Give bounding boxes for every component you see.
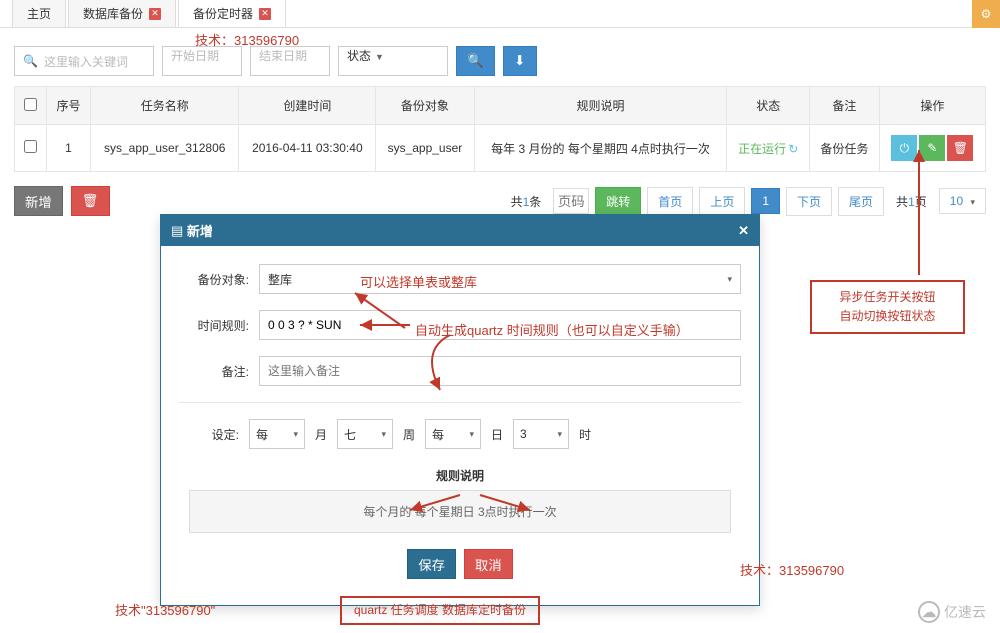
anno-target-hint: 可以选择单表或整库: [360, 272, 477, 291]
rule-preview-title: 规则说明: [179, 467, 741, 484]
set-label: 设定:: [189, 426, 239, 443]
unit-month: 月: [315, 426, 327, 443]
search-input[interactable]: 🔍 这里输入关键词: [14, 46, 154, 76]
save-button[interactable]: 保存: [407, 549, 456, 579]
download-button[interactable]: ⬇: [503, 46, 537, 76]
page-input[interactable]: [553, 188, 589, 214]
cloud-icon: ☁: [918, 601, 940, 623]
sync-icon: ↻: [788, 142, 798, 156]
rule-label: 时间规则:: [179, 317, 259, 334]
anno-bottom-left: 技术"313596790": [115, 600, 215, 619]
month-select[interactable]: 每▾: [249, 419, 305, 449]
task-table: 序号 任务名称 创建时间 备份对象 规则说明 状态 备注 操作 1 sys_ap…: [14, 86, 986, 172]
edit-icon: ✎: [927, 141, 937, 155]
table-row: 1 sys_app_user_312806 2016-04-11 03:30:4…: [15, 125, 986, 172]
start-date-input[interactable]: 开始日期: [162, 46, 242, 76]
edit-button[interactable]: ✎: [919, 135, 945, 161]
filter-bar: 🔍 这里输入关键词 开始日期 结束日期 状态▼ 🔍 ⬇: [0, 28, 1000, 86]
cell-target: sys_app_user: [376, 125, 474, 172]
select-all-checkbox[interactable]: [24, 98, 37, 111]
trash-icon: 🗑: [82, 193, 99, 209]
tab-timer[interactable]: 备份定时器✕: [178, 0, 286, 27]
col-target: 备份对象: [376, 87, 474, 125]
anno-top-tech: 技术：313596790: [195, 30, 299, 49]
hour-select[interactable]: 3▾: [513, 419, 569, 449]
col-idx: 序号: [47, 87, 91, 125]
download-icon: ⬇: [514, 53, 525, 69]
target-label: 备份对象:: [179, 271, 259, 288]
tab-home[interactable]: 主页: [12, 0, 66, 27]
rule-preview: 每个月的 每个星期日 3点时执行一次: [189, 490, 731, 533]
jump-button[interactable]: 跳转: [595, 187, 641, 216]
close-icon[interactable]: ✕: [149, 8, 161, 20]
bulk-delete-button[interactable]: 🗑: [71, 186, 110, 216]
note-label: 备注:: [179, 363, 259, 380]
status-select[interactable]: 状态▼: [338, 46, 448, 76]
delete-button[interactable]: 🗑: [947, 135, 973, 161]
page-current[interactable]: 1: [751, 188, 780, 214]
pagination: 共1条 跳转 首页 上页 1 下页 尾页 共1页 10 ▾: [505, 187, 986, 216]
trash-icon: 🗑: [953, 141, 968, 155]
toggle-button[interactable]: ⏻: [891, 135, 917, 161]
col-actions: 操作: [879, 87, 985, 125]
col-note: 备注: [810, 87, 880, 125]
search-button[interactable]: 🔍: [456, 46, 495, 76]
watermark: ☁ 亿速云: [918, 601, 986, 623]
search-icon: 🔍: [467, 53, 484, 69]
prev-page[interactable]: 上页: [699, 187, 745, 216]
cell-rule: 每年 3 月份的 每个星期四 4点时执行一次: [474, 125, 727, 172]
cell-created: 2016-04-11 03:30:40: [239, 125, 376, 172]
next-page[interactable]: 下页: [786, 187, 832, 216]
close-icon[interactable]: ✕: [259, 8, 271, 20]
close-icon[interactable]: ✕: [738, 223, 749, 239]
anno-right-tech: 技术：313596790: [740, 560, 844, 579]
cell-idx: 1: [47, 125, 91, 172]
anno-rule-hint: 自动生成quartz 时间规则（也可以自定义手输）: [415, 320, 689, 339]
week-select[interactable]: 七▾: [337, 419, 393, 449]
first-page[interactable]: 首页: [647, 187, 693, 216]
unit-hour: 时: [579, 426, 591, 443]
tab-backup[interactable]: 数据库备份✕: [68, 0, 176, 27]
tab-bar: 主页 数据库备份✕ 备份定时器✕: [0, 0, 1000, 28]
col-name: 任务名称: [90, 87, 238, 125]
day-select[interactable]: 每▾: [425, 419, 481, 449]
last-page[interactable]: 尾页: [838, 187, 884, 216]
add-button[interactable]: 新增: [14, 186, 63, 216]
cancel-button[interactable]: 取消: [464, 549, 513, 579]
modal-header: ▤ 新增 ✕: [161, 215, 759, 246]
end-date-input[interactable]: 结束日期: [250, 46, 330, 76]
col-status: 状态: [727, 87, 810, 125]
schedule-row: 设定: 每▾ 月 七▾ 周 每▾ 日 3▾ 时: [179, 419, 741, 449]
anno-bottom-box: quartz 任务调度 数据库定时备份: [340, 596, 540, 625]
cell-name: sys_app_user_312806: [90, 125, 238, 172]
pages-label: 共1页: [890, 189, 933, 214]
anno-switch-box: 异步任务开关按钮 自动切换按钮状态: [810, 280, 965, 334]
gear-icon[interactable]: ⚙: [972, 0, 1000, 28]
unit-day: 日: [491, 426, 503, 443]
cell-status: 正在运行↻: [727, 125, 810, 172]
row-checkbox[interactable]: [24, 140, 37, 153]
target-select[interactable]: 整库▾: [259, 264, 741, 294]
total-label: 共1条: [505, 189, 548, 214]
cell-note: 备份任务: [810, 125, 880, 172]
search-icon: 🔍: [23, 54, 38, 68]
note-input[interactable]: [259, 356, 741, 386]
unit-week: 周: [403, 426, 415, 443]
col-rule: 规则说明: [474, 87, 727, 125]
page-size-select[interactable]: 10 ▾: [939, 188, 986, 214]
col-created: 创建时间: [239, 87, 376, 125]
power-icon: ⏻: [900, 141, 910, 156]
window-icon: ▤: [171, 223, 183, 239]
